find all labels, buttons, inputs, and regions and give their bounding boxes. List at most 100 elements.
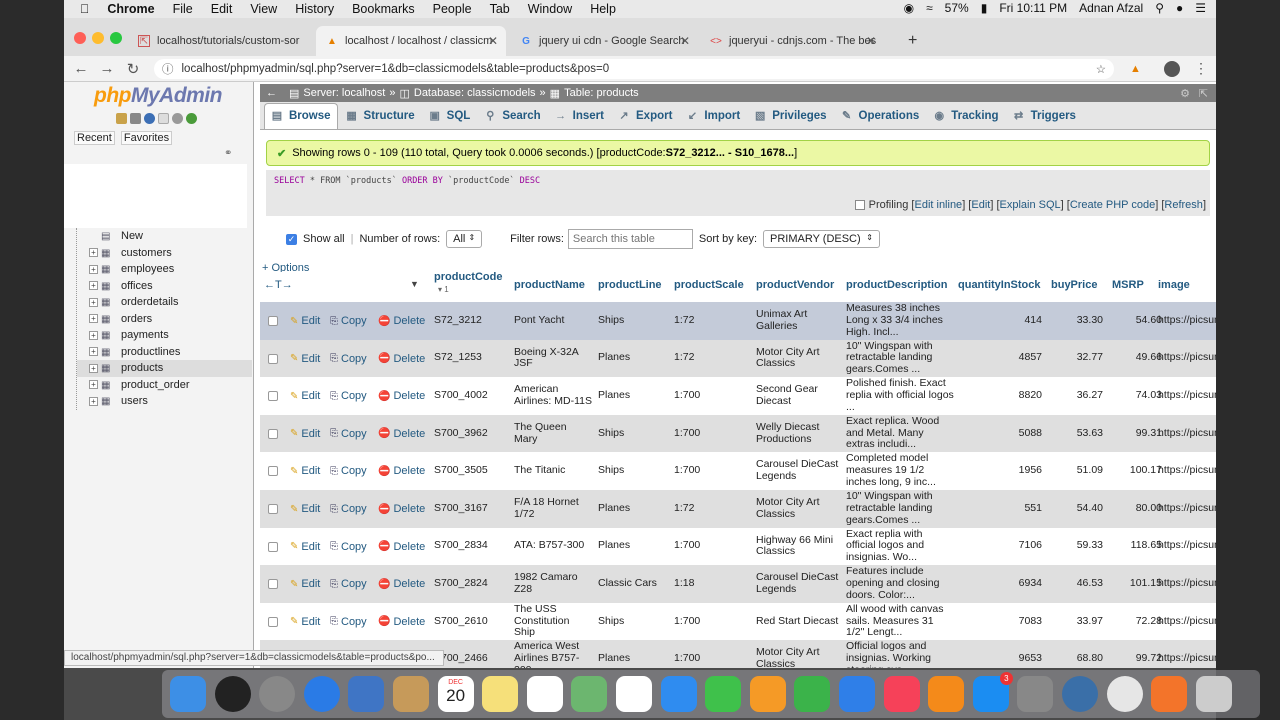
- row-checkbox[interactable]: [268, 316, 278, 326]
- cell-productVendor[interactable]: Second Gear Diecast: [756, 377, 842, 415]
- cell-MSRP[interactable]: 54.60: [1112, 302, 1162, 340]
- new-tab-button[interactable]: +: [898, 26, 922, 56]
- column-header-productName[interactable]: productName: [514, 279, 585, 291]
- tab-privileges[interactable]: ▧ Privileges: [748, 103, 832, 129]
- cell-productLine[interactable]: Ships: [598, 452, 670, 490]
- row-checkbox[interactable]: [268, 504, 278, 514]
- edit-inline-link[interactable]: Edit inline: [914, 199, 962, 211]
- close-tab-icon[interactable]: ✕: [488, 34, 498, 48]
- edit-row-link[interactable]: ✎Edit: [290, 541, 320, 553]
- cell-productLine[interactable]: Ships: [598, 603, 670, 641]
- column-header-buyPrice[interactable]: buyPrice: [1051, 279, 1097, 291]
- cell-image[interactable]: https://picsum: [1158, 302, 1216, 340]
- cell-productName[interactable]: American Airlines: MD-11S: [514, 377, 592, 415]
- tab-sql[interactable]: ▣ SQL: [423, 103, 477, 129]
- row-checkbox[interactable]: [268, 428, 278, 439]
- delete-row-link[interactable]: ⛔Delete: [378, 353, 425, 365]
- bookmark-star-icon[interactable]: ☆: [1096, 62, 1106, 76]
- cell-quantityInStock[interactable]: 5088: [958, 415, 1042, 453]
- cell-productVendor[interactable]: Red Start Diecast: [756, 603, 842, 641]
- tree-item-orderdetails[interactable]: + ▦ orderdetails: [77, 294, 252, 311]
- trash-icon[interactable]: [1195, 676, 1232, 712]
- home-icon[interactable]: [116, 113, 127, 124]
- sort-key-select[interactable]: PRIMARY (DESC) ⇕: [763, 230, 880, 248]
- cell-productDescription[interactable]: Exact replica. Wood and Metal. Many extr…: [846, 415, 954, 453]
- cell-image[interactable]: https://picsum: [1158, 603, 1216, 641]
- cell-quantityInStock[interactable]: 9653: [958, 640, 1042, 668]
- notes-icon[interactable]: [482, 676, 519, 712]
- row-checkbox[interactable]: [268, 616, 278, 627]
- cell-productLine[interactable]: Ships: [598, 302, 670, 340]
- books-icon[interactable]: [928, 676, 965, 712]
- tree-item-products[interactable]: + ▦ products: [77, 360, 252, 377]
- cell-MSRP[interactable]: 74.03: [1112, 377, 1162, 415]
- delete-row-link[interactable]: ⛔Delete: [378, 315, 425, 327]
- numbers-icon[interactable]: [794, 676, 831, 712]
- cell-productName[interactable]: Pont Yacht: [514, 302, 592, 340]
- breadcrumb-database[interactable]: Database: classicmodels: [414, 87, 536, 99]
- cell-productScale[interactable]: 1:72: [674, 302, 752, 340]
- mail-icon[interactable]: [348, 676, 385, 712]
- refresh-link[interactable]: Refresh: [1164, 199, 1203, 211]
- reload-icon[interactable]: ↻: [120, 60, 146, 78]
- minimize-window-icon[interactable]: [92, 32, 104, 44]
- preferences-icon[interactable]: [1017, 676, 1054, 712]
- cell-image[interactable]: https://picsum: [1158, 528, 1216, 566]
- copy-row-link[interactable]: ⎘Copy: [330, 616, 367, 628]
- expand-plus-icon[interactable]: +: [89, 396, 98, 406]
- tree-item-productlines[interactable]: + ▦ productlines: [77, 344, 252, 361]
- messages-icon[interactable]: [660, 676, 697, 712]
- quicktime-icon[interactable]: [1062, 676, 1098, 712]
- cell-productVendor[interactable]: Motor City Art Classics: [756, 640, 842, 668]
- control-center-icon[interactable]: ☰: [1195, 1, 1206, 15]
- clock[interactable]: Fri 10:11 PM: [999, 1, 1067, 15]
- tab-search[interactable]: ⚲ Search: [478, 103, 546, 129]
- cell-image[interactable]: https://picsum: [1158, 452, 1216, 490]
- tree-item-users[interactable]: + ▦ users: [77, 393, 252, 410]
- settings-icon[interactable]: [172, 113, 183, 124]
- cell-buyPrice[interactable]: 33.97: [1051, 603, 1103, 641]
- cell-productCode[interactable]: S72_1253: [434, 340, 512, 378]
- cell-productDescription[interactable]: 10" Wingspan with retractable landing ge…: [846, 490, 954, 528]
- record-icon[interactable]: ◉: [904, 1, 914, 15]
- browser-tab-2[interactable]: ▲ localhost / localhost / classicm ✕: [316, 26, 506, 56]
- cell-buyPrice[interactable]: 33.30: [1051, 302, 1103, 340]
- browser-tab-1[interactable]: ⇱ localhost/tutorials/custom-sor: [128, 26, 310, 56]
- cell-quantityInStock[interactable]: 7106: [958, 528, 1042, 566]
- cell-productScale[interactable]: 1:700: [674, 640, 752, 668]
- edit-row-link[interactable]: ✎Edit: [290, 390, 320, 402]
- tab-triggers[interactable]: ⇄ Triggers: [1007, 103, 1082, 129]
- cell-productCode[interactable]: S72_3212: [434, 302, 512, 340]
- row-checkbox[interactable]: [268, 391, 278, 402]
- profile-avatar[interactable]: [1164, 60, 1180, 77]
- expand-plus-icon[interactable]: +: [89, 281, 98, 291]
- tab-structure[interactable]: ▦ Structure: [340, 103, 421, 129]
- expand-plus-icon[interactable]: +: [89, 314, 98, 324]
- delete-row-link[interactable]: ⛔Delete: [378, 428, 425, 440]
- expand-plus-icon[interactable]: +: [89, 363, 98, 373]
- tree-item-orders[interactable]: + ▦ orders: [77, 311, 252, 328]
- photos-icon[interactable]: [616, 676, 652, 712]
- tree-item-New[interactable]: ▤ New: [77, 228, 252, 245]
- cell-buyPrice[interactable]: 51.09: [1051, 452, 1103, 490]
- extension-icon[interactable]: ▲: [1130, 63, 1141, 75]
- cell-productVendor[interactable]: Motor City Art Classics: [756, 490, 842, 528]
- edit-row-link[interactable]: ✎Edit: [290, 465, 320, 477]
- column-header-productVendor[interactable]: productVendor: [756, 279, 834, 291]
- cell-image[interactable]: https://picsum: [1158, 565, 1216, 603]
- launchpad-icon[interactable]: [259, 676, 296, 712]
- cell-productLine[interactable]: Ships: [598, 415, 670, 453]
- cell-quantityInStock[interactable]: 414: [958, 302, 1042, 340]
- cell-productLine[interactable]: Planes: [598, 640, 670, 668]
- copy-row-link[interactable]: ⎘Copy: [330, 390, 367, 402]
- maps-icon[interactable]: [571, 676, 608, 712]
- copy-row-link[interactable]: ⎘Copy: [330, 541, 367, 553]
- cell-productVendor[interactable]: Welly Diecast Productions: [756, 415, 842, 453]
- cell-MSRP[interactable]: 99.72: [1112, 640, 1162, 668]
- cell-productName[interactable]: ATA: B757-300: [514, 528, 592, 566]
- recent-tab[interactable]: Recent: [74, 131, 115, 145]
- battery-percent[interactable]: 57%: [945, 1, 969, 15]
- cell-quantityInStock[interactable]: 7083: [958, 603, 1042, 641]
- delete-row-link[interactable]: ⛔Delete: [378, 503, 425, 515]
- tree-item-employees[interactable]: + ▦ employees: [77, 261, 252, 278]
